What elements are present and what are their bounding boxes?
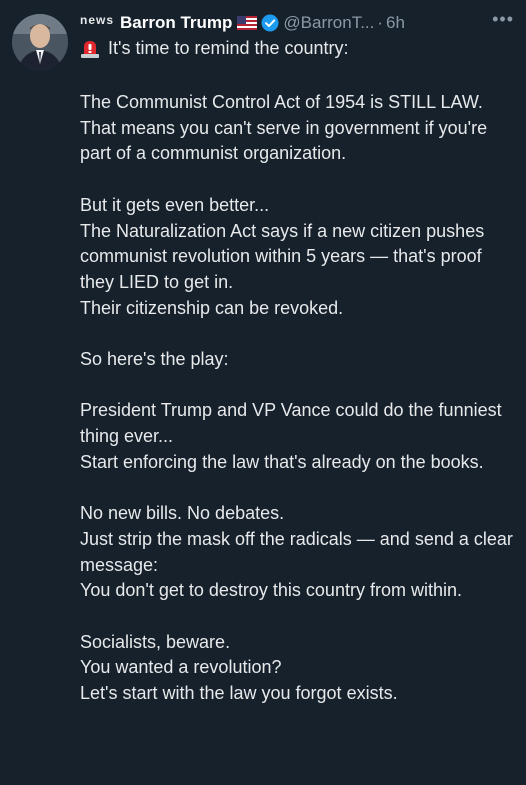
siren-icon <box>80 39 100 59</box>
tweet-paragraph: The Communist Control Act of 1954 is STI… <box>80 92 488 164</box>
tweet-paragraph: Socialists, beware. You wanted a revolut… <box>80 631 398 704</box>
timestamp[interactable]: 6h <box>386 13 405 33</box>
news-tag: news <box>80 13 115 27</box>
tweet-header: news Barron Trump @BarronT... · 6h ••• <box>80 9 514 36</box>
user-handle[interactable]: @BarronT... <box>283 13 374 33</box>
tweet-paragraph: But it gets even better... The Naturaliz… <box>80 194 485 318</box>
us-flag-icon <box>237 16 258 30</box>
intro-text: It's time to remind the country: <box>108 38 349 58</box>
separator-dot: · <box>377 13 384 32</box>
display-name[interactable]: Barron Trump <box>120 13 232 33</box>
avatar-image <box>12 14 68 70</box>
tweet-paragraph: President Trump and VP Vance could do th… <box>80 400 502 472</box>
avatar[interactable] <box>12 14 68 70</box>
tweet-card: news Barron Trump @BarronT... · 6h ••• I… <box>0 0 526 785</box>
verified-badge-icon <box>261 14 279 32</box>
tweet-body: The Communist Control Act of 1954 is STI… <box>80 90 516 732</box>
more-options-icon[interactable]: ••• <box>492 9 514 30</box>
intro-line: It's time to remind the country: <box>80 38 349 59</box>
tweet-paragraph: So here's the play: <box>80 349 229 369</box>
tweet-paragraph: No new bills. No debates. Just strip the… <box>80 503 513 601</box>
